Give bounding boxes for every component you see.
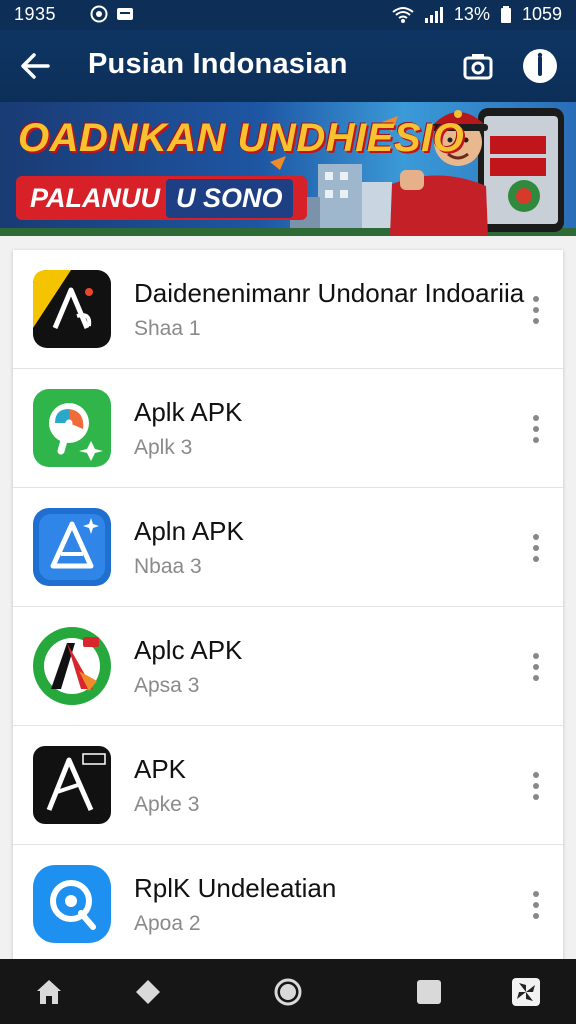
list-item[interactable]: Aplc APK Apsa 3 bbox=[13, 607, 563, 726]
blue-a-logo-icon bbox=[33, 508, 111, 586]
pinwheel-icon[interactable] bbox=[511, 977, 541, 1007]
app-name: Daidenenimanr Undonar Indoariia bbox=[134, 278, 525, 308]
list-item[interactable]: RplK Undeleatian Apoa 2 bbox=[13, 845, 563, 964]
app-subtitle: Shaa 1 bbox=[134, 317, 201, 340]
app-name: APK bbox=[134, 754, 187, 784]
app-name: RplK Undeleatian bbox=[134, 873, 337, 903]
app-subtitle: Aplk 3 bbox=[134, 436, 193, 459]
banner-headline: OADNKAN UNDHIESIO bbox=[18, 116, 465, 160]
list-item[interactable]: Aplk APK Aplk 3 bbox=[13, 369, 563, 488]
status-right: 13% 1059 bbox=[392, 4, 562, 25]
app-subtitle: Apke 3 bbox=[134, 793, 200, 816]
more-options-icon[interactable] bbox=[527, 292, 545, 328]
diamond-icon[interactable] bbox=[133, 977, 163, 1007]
camera-icon[interactable] bbox=[462, 50, 494, 82]
info-icon[interactable] bbox=[522, 48, 558, 84]
square-icon[interactable] bbox=[414, 977, 444, 1007]
black-yellow-logo-icon bbox=[33, 270, 111, 348]
blue-q-logo-icon bbox=[33, 865, 111, 943]
app-name: Aplk APK bbox=[134, 397, 243, 427]
battery-percent: 13% bbox=[453, 4, 490, 24]
list-item[interactable]: Apln APK Nbaa 3 bbox=[13, 488, 563, 607]
status-bar: 1935 13% 1059 bbox=[0, 0, 576, 30]
wifi-icon bbox=[392, 6, 414, 23]
battery-icon bbox=[500, 5, 511, 23]
status-time: 1935 bbox=[14, 4, 57, 24]
more-options-icon[interactable] bbox=[527, 768, 545, 804]
green-p-logo-icon bbox=[33, 389, 111, 467]
message-icon bbox=[117, 8, 133, 20]
more-options-icon[interactable] bbox=[527, 411, 545, 447]
system-nav-bar bbox=[0, 959, 576, 1024]
more-options-icon[interactable] bbox=[527, 530, 545, 566]
app-bar: Pusian Indonasian bbox=[0, 30, 576, 102]
signal-icon bbox=[424, 6, 443, 23]
list-item[interactable]: APK Apke 3 bbox=[13, 726, 563, 845]
promo-banner[interactable]: OADNKAN UNDHIESIO PALANUU U SONO bbox=[0, 102, 576, 236]
app-subtitle: Apoa 2 bbox=[134, 912, 201, 935]
whatsapp-icon bbox=[90, 5, 108, 23]
home-icon[interactable] bbox=[34, 977, 64, 1007]
black-a-logo-icon bbox=[33, 746, 111, 824]
banner-tag: PALANUU U SONO bbox=[16, 176, 307, 220]
app-subtitle: Nbaa 3 bbox=[134, 555, 202, 578]
app-list: Daidenenimanr Undonar Indoariia Shaa 1 A… bbox=[13, 250, 563, 970]
page-title: Pusian Indonasian bbox=[88, 48, 348, 80]
app-subtitle: Apsa 3 bbox=[134, 674, 200, 697]
banner-tag-tail: U SONO bbox=[166, 178, 293, 218]
app-name: Apln APK bbox=[134, 516, 244, 546]
more-options-icon[interactable] bbox=[527, 887, 545, 923]
circle-icon[interactable] bbox=[273, 977, 303, 1007]
app-name: Aplc APK bbox=[134, 635, 243, 665]
status-clock-right: 1059 bbox=[521, 4, 562, 24]
banner-tag-main: PALANUU bbox=[30, 182, 160, 213]
more-options-icon[interactable] bbox=[527, 649, 545, 685]
red-green-logo-icon bbox=[33, 627, 111, 705]
back-arrow-icon[interactable] bbox=[18, 50, 52, 82]
list-item[interactable]: Daidenenimanr Undonar Indoariia Shaa 1 bbox=[13, 250, 563, 369]
